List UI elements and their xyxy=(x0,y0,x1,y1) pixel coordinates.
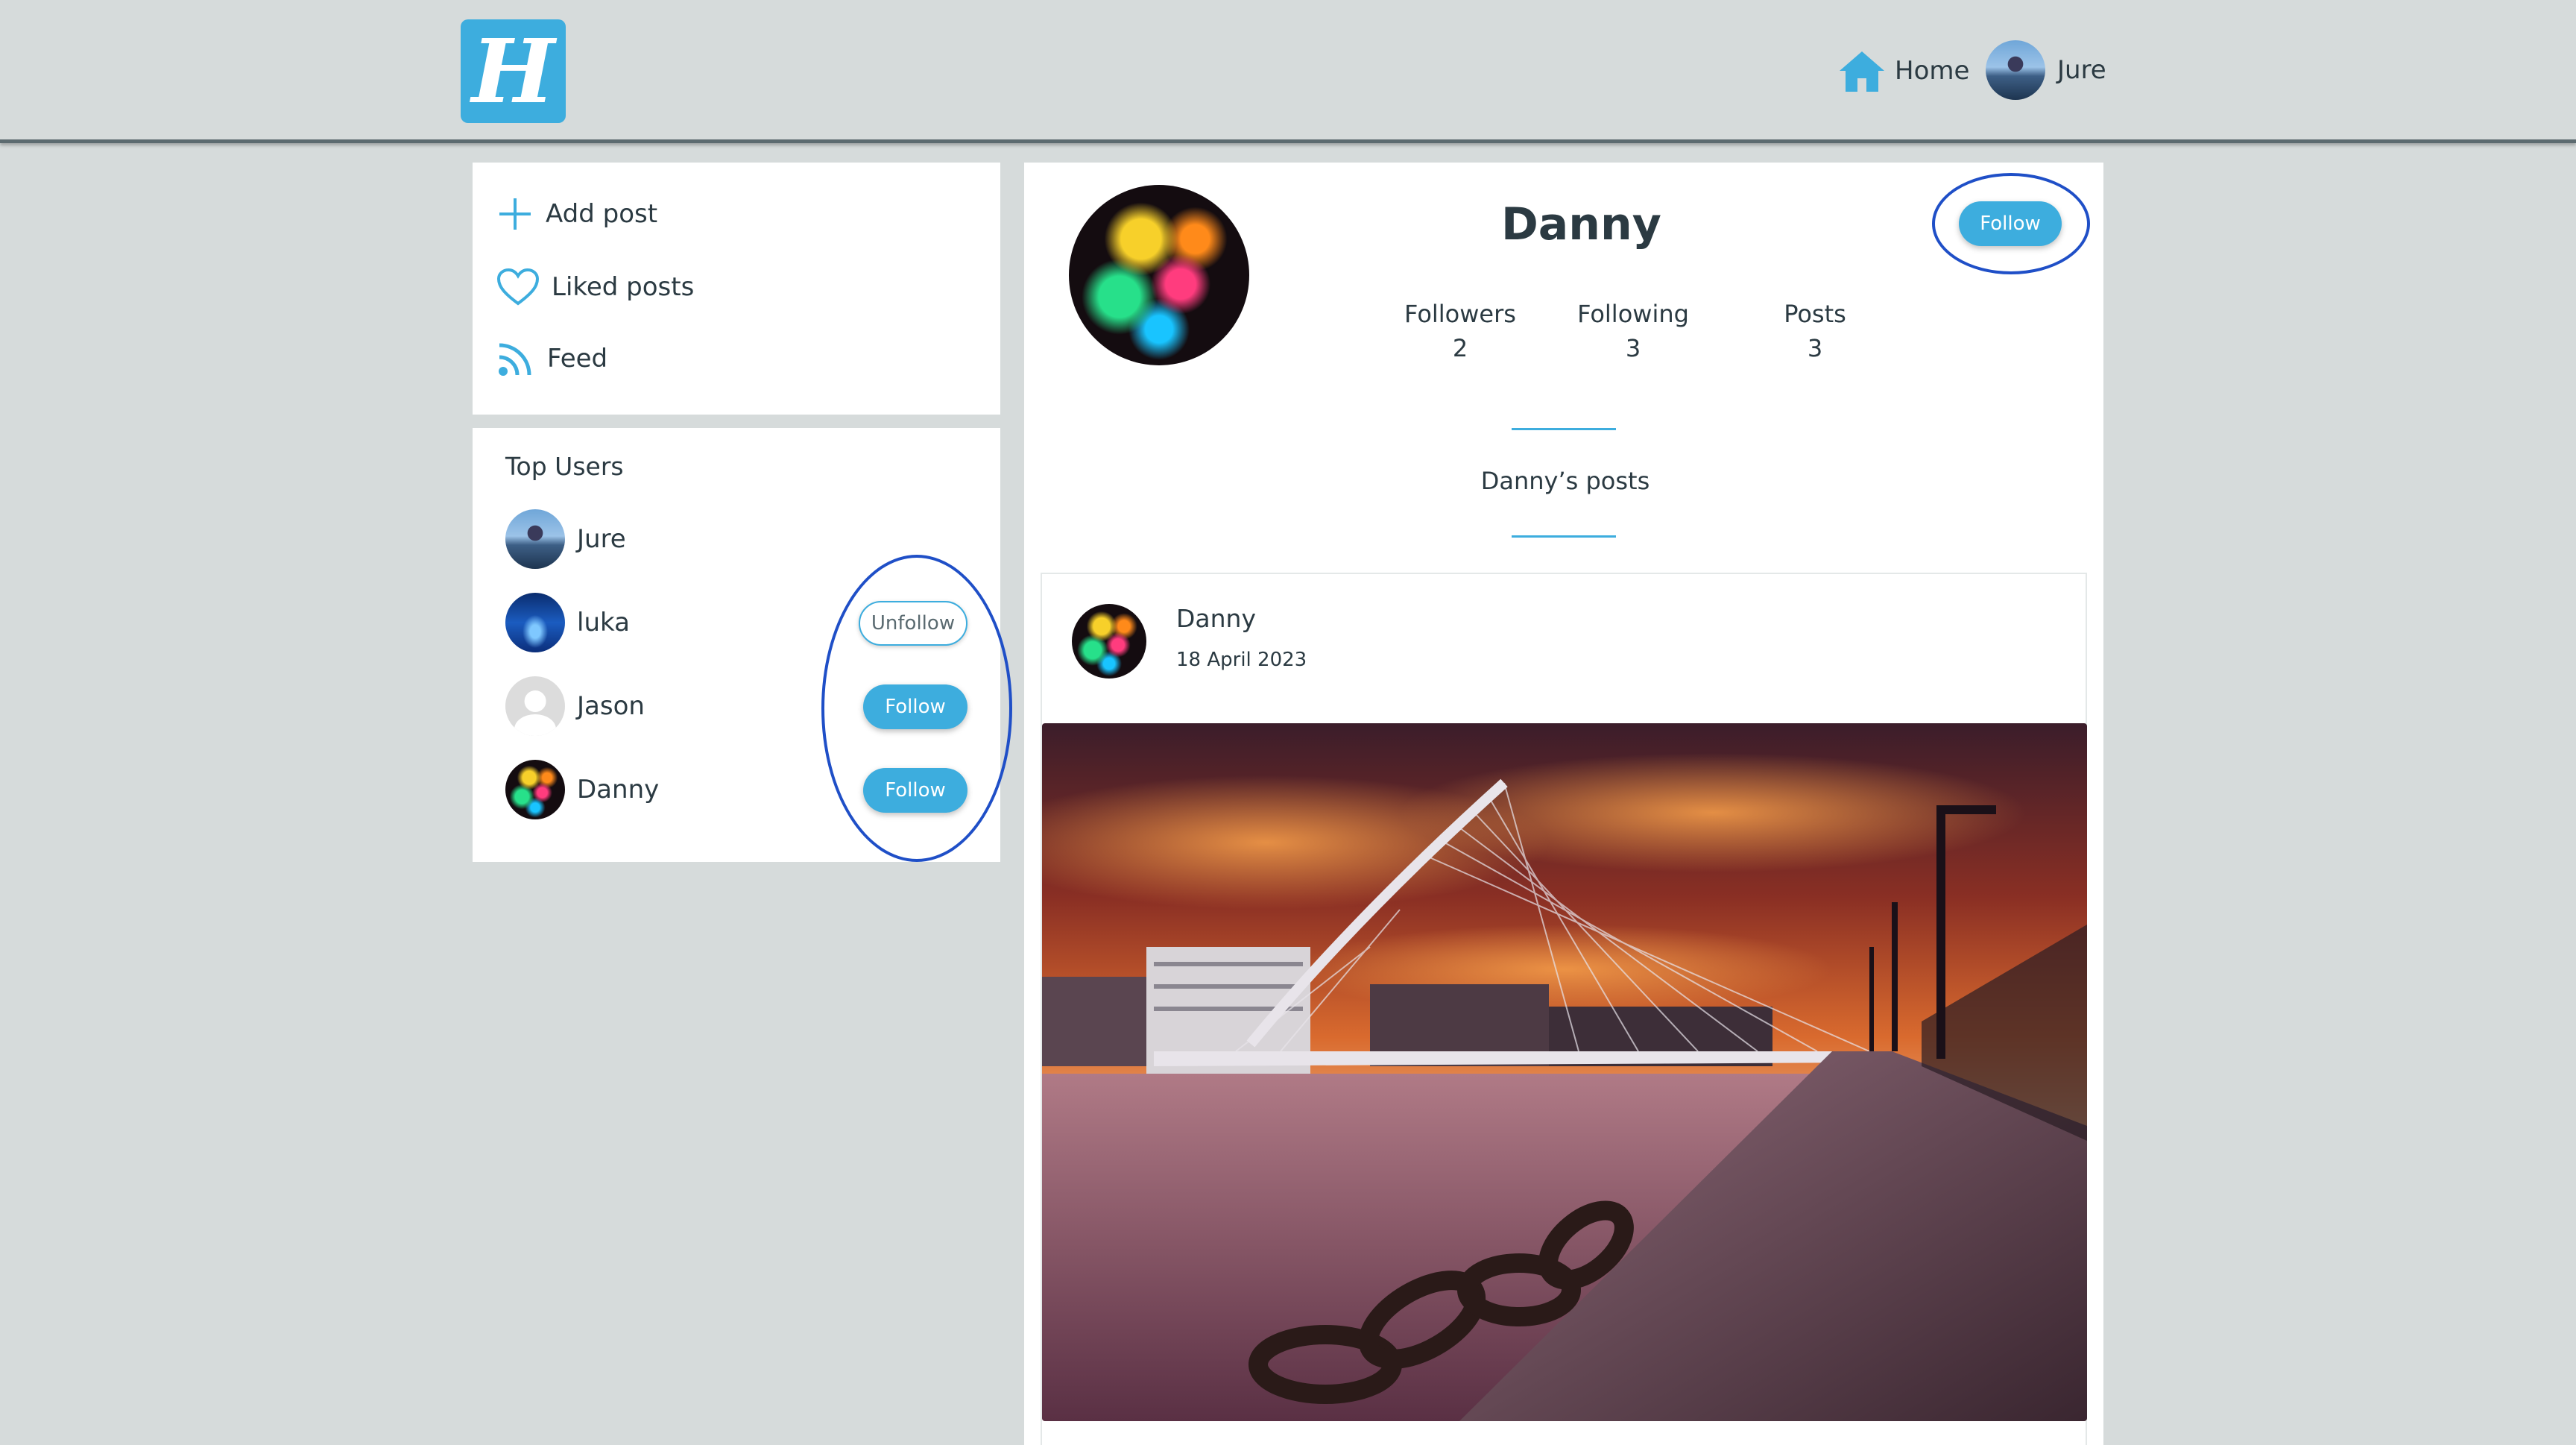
post-author[interactable]: Danny xyxy=(1176,604,1256,633)
stat-label: Followers xyxy=(1404,300,1516,328)
profile-follow-button[interactable]: Follow xyxy=(1959,201,2062,246)
stat-value: 2 xyxy=(1452,334,1468,362)
divider xyxy=(1512,428,1616,430)
menu-item-liked-posts[interactable]: Liked posts xyxy=(496,261,694,313)
user-name[interactable]: Jason xyxy=(577,691,645,721)
home-icon xyxy=(1840,51,1884,92)
menu-item-label: Liked posts xyxy=(552,272,695,302)
stat-posts[interactable]: Posts 3 xyxy=(1744,300,1886,362)
rss-icon xyxy=(499,343,531,376)
top-bar: H Home Jure xyxy=(0,0,2576,143)
stat-label: Following xyxy=(1577,300,1689,328)
post-image[interactable] xyxy=(1042,723,2087,1421)
stat-value: 3 xyxy=(1807,334,1823,362)
top-users-title: Top Users xyxy=(505,452,624,481)
avatar[interactable] xyxy=(505,593,565,652)
nav-user-profile[interactable]: Jure xyxy=(1986,40,2106,100)
profile-avatar xyxy=(1069,185,1249,365)
nav-home-link[interactable]: Home xyxy=(1838,45,1969,97)
post-photo xyxy=(1042,723,2087,1421)
menu-item-label: Feed xyxy=(547,344,608,374)
stat-following[interactable]: Following 3 xyxy=(1562,300,1704,362)
posts-section-title: Danny’s posts xyxy=(1480,467,1650,495)
divider xyxy=(1512,535,1616,538)
follow-button[interactable]: Follow xyxy=(863,768,967,813)
avatar xyxy=(1986,40,2045,100)
heart-icon xyxy=(496,268,540,306)
list-item: Jure xyxy=(505,509,967,570)
plus-icon xyxy=(499,198,531,230)
avatar[interactable] xyxy=(505,676,565,736)
post-author-avatar[interactable] xyxy=(1072,604,1146,679)
stat-followers[interactable]: Followers 2 xyxy=(1389,300,1531,362)
side-menu: Add post Liked posts Feed xyxy=(473,163,1000,415)
nav-home-label: Home xyxy=(1895,56,1970,86)
follow-button[interactable]: Follow xyxy=(863,684,967,729)
user-name[interactable]: Danny xyxy=(577,775,659,805)
stat-value: 3 xyxy=(1625,334,1641,362)
avatar[interactable] xyxy=(505,509,565,569)
stat-label: Posts xyxy=(1784,300,1846,328)
profile-panel: Danny Follow Followers 2 Following 3 Pos… xyxy=(1024,163,2103,1445)
app-logo[interactable]: H xyxy=(461,19,566,123)
user-name[interactable]: Jure xyxy=(577,524,626,554)
user-name[interactable]: luka xyxy=(577,608,630,638)
avatar[interactable] xyxy=(505,760,565,819)
post-date: 18 April 2023 xyxy=(1176,649,1307,671)
nav-user-label: Jure xyxy=(2057,55,2106,85)
menu-item-label: Add post xyxy=(546,199,658,229)
profile-name: Danny xyxy=(1501,198,1661,251)
menu-item-add-post[interactable]: Add post xyxy=(496,188,657,240)
top-users-panel: Top Users Jure luka Unfollow Jason Follo… xyxy=(473,428,1000,862)
unfollow-button[interactable]: Unfollow xyxy=(859,601,967,646)
post-card: Danny 18 April 2023 xyxy=(1041,573,2087,1445)
menu-item-feed[interactable]: Feed xyxy=(496,333,607,385)
